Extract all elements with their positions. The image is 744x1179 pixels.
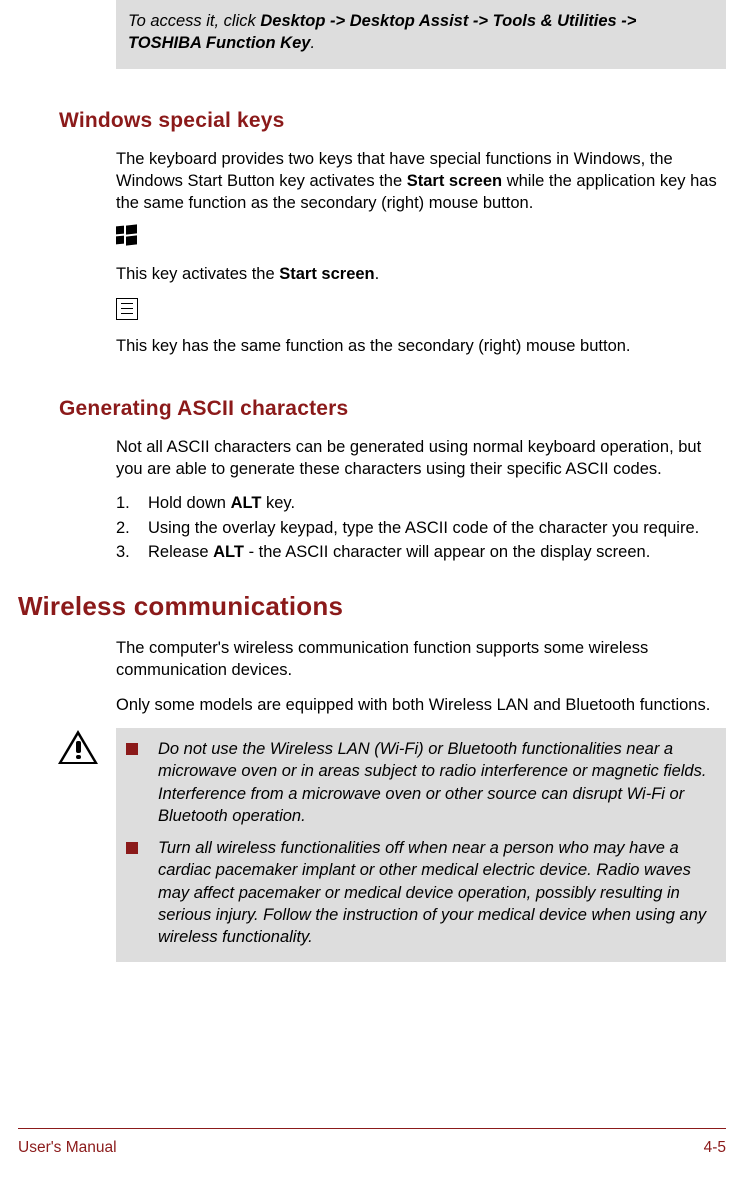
warning-content: Do not use the Wireless LAN (Wi-Fi) or B… [116,728,726,962]
access-note: To access it, click Desktop -> Desktop A… [116,0,726,69]
warning-item: Turn all wireless functionalities off wh… [126,837,716,948]
list-item: 2. Using the overlay keypad, type the AS… [116,517,720,539]
warning-block: Do not use the Wireless LAN (Wi-Fi) or B… [18,728,726,962]
note-prefix: To access it, click [128,12,260,30]
menu-key-icon-row [116,298,726,325]
warning-item: Do not use the Wireless LAN (Wi-Fi) or B… [126,738,716,827]
footer-page: 4-5 [704,1139,726,1157]
application-menu-icon [116,298,138,320]
page-footer: User's Manual 4-5 [18,1128,726,1157]
bullet-icon [126,842,138,854]
heading-ascii: Generating ASCII characters [59,397,726,421]
wireless-p1: The computer's wireless communication fu… [116,637,720,682]
windows-key-icon-row [116,226,726,253]
windows-key-desc: This key activates the Start screen. [116,263,720,285]
heading-wireless: Wireless communications [18,591,726,622]
heading-windows-special-keys: Windows special keys [59,109,726,133]
windows-logo-icon [116,226,138,248]
note-suffix: . [310,34,315,52]
windows-keys-intro: The keyboard provides two keys that have… [116,148,720,215]
warning-triangle-icon [58,730,98,766]
wireless-p2: Only some models are equipped with both … [116,694,720,716]
list-item: 3. Release ALT - the ASCII character wil… [116,541,720,563]
ascii-intro: Not all ASCII characters can be generate… [116,436,720,481]
footer-title: User's Manual [18,1139,117,1157]
list-item: 1. Hold down ALT key. [116,492,720,514]
bullet-icon [126,743,138,755]
ascii-steps-list: 1. Hold down ALT key. 2. Using the overl… [116,492,720,563]
menu-key-desc: This key has the same function as the se… [116,335,720,357]
